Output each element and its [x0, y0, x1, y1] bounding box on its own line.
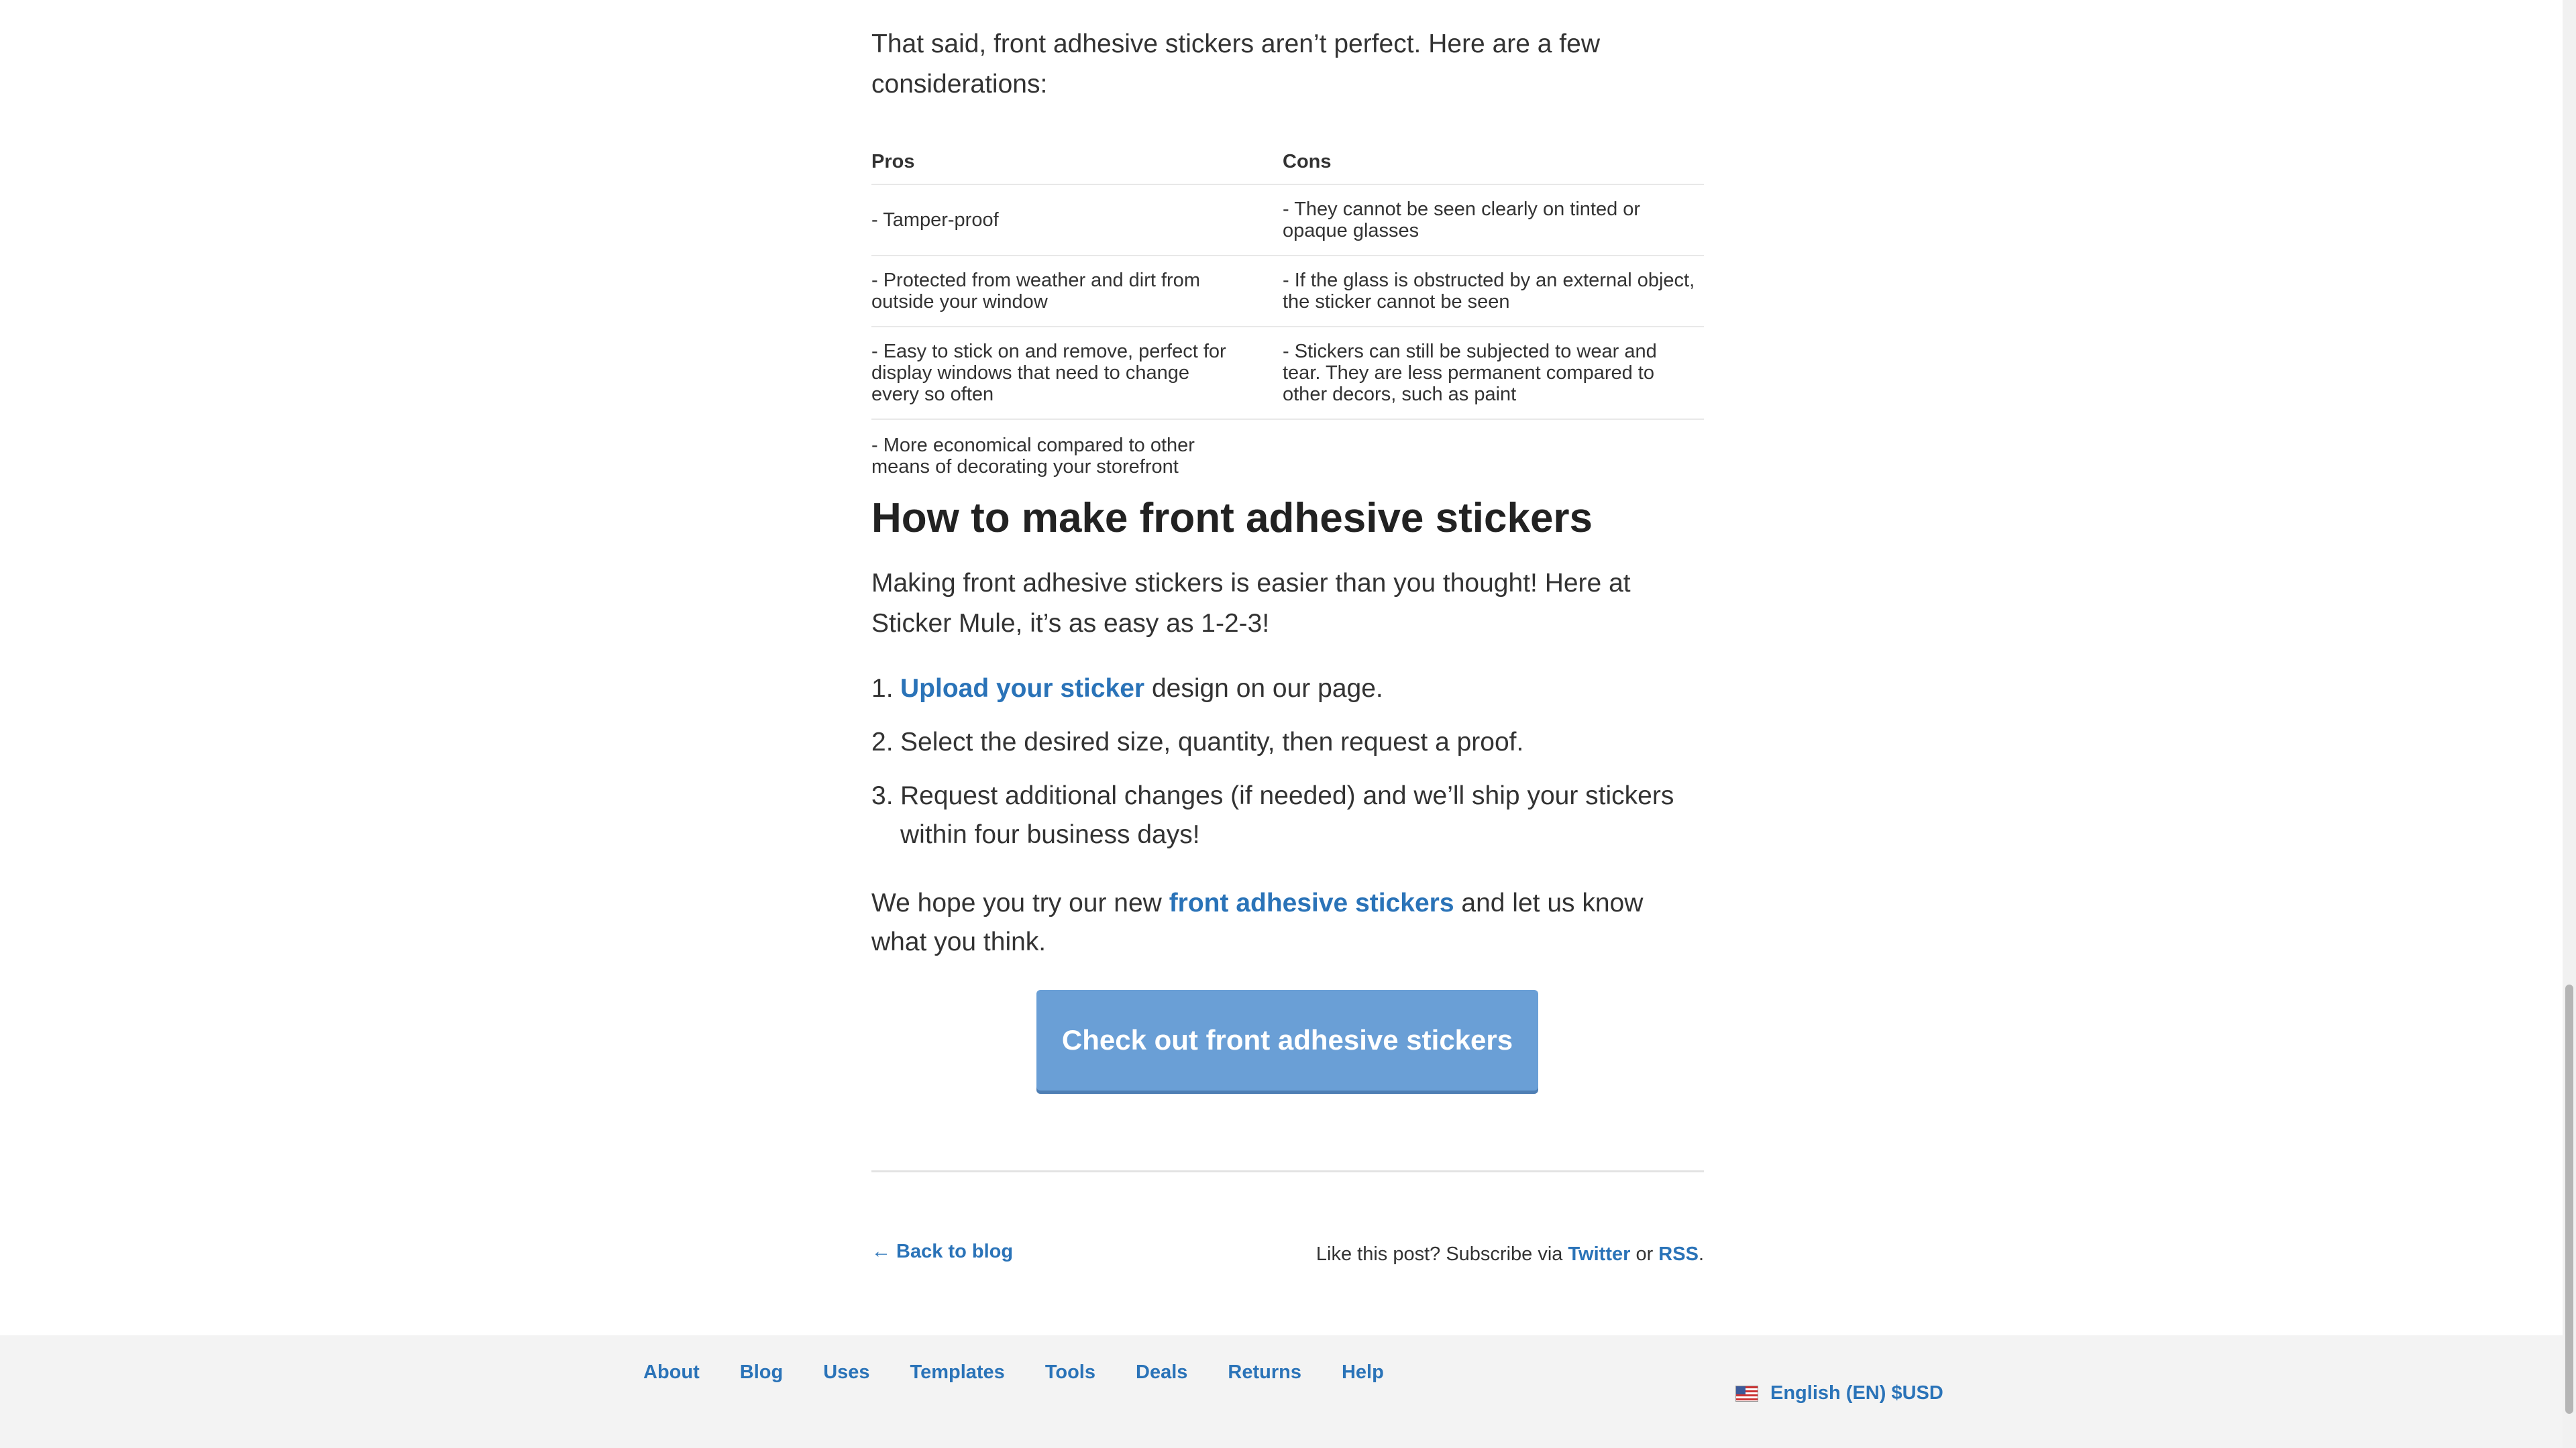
subscribe-period: . [1698, 1243, 1704, 1265]
step-text: Request additional changes (if needed) a… [900, 781, 1674, 849]
pro-cell: - Easy to stick on and remove, perfect f… [871, 341, 1226, 405]
howto-paragraph: Making front adhesive stickers is easier… [871, 569, 1631, 638]
subscribe-or: or [1630, 1243, 1659, 1265]
footer-link-blog[interactable]: Blog [740, 1335, 783, 1409]
footer-link-uses[interactable]: Uses [823, 1335, 869, 1409]
subscribe-text: Like this post? Subscribe via Twitter or… [1316, 1241, 1704, 1268]
footer-link-help[interactable]: Help [1342, 1335, 1384, 1409]
check-out-stickers-button[interactable]: Check out front adhesive stickers [1036, 990, 1538, 1091]
language-label: English (EN) $USD [1770, 1382, 1943, 1404]
rss-link[interactable]: RSS [1658, 1243, 1699, 1265]
twitter-link[interactable]: Twitter [1568, 1243, 1630, 1265]
cons-header: Cons [1283, 140, 1704, 185]
closing-text: We hope you try our new [871, 889, 1169, 917]
steps-list: 1. Upload your sticker design on our page… [871, 669, 1704, 869]
pros-header: Pros [871, 140, 1283, 185]
con-cell: - Stickers can still be subjected to wea… [1283, 341, 1657, 405]
front-adhesive-stickers-link[interactable]: front adhesive stickers [1169, 889, 1454, 917]
subscribe-prefix: Like this post? Subscribe via [1316, 1243, 1568, 1265]
footer-nav: About Blog Uses Templates Tools Deals Re… [643, 1335, 1424, 1409]
footer-link-deals[interactable]: Deals [1136, 1335, 1187, 1409]
closing-paragraph: We hope you try our new front adhesive s… [871, 884, 1704, 962]
pros-cons-table: Pros Cons - Tamper-proof - They cannot b… [871, 140, 1704, 478]
footer-link-returns[interactable]: Returns [1228, 1335, 1301, 1409]
scrollbar[interactable] [2563, 0, 2576, 1448]
pro-cell: - Tamper-proof [871, 209, 999, 231]
table-row: - Easy to stick on and remove, perfect f… [871, 327, 1704, 420]
con-cell: - They cannot be seen clearly on tinted … [1283, 199, 1641, 241]
intro-paragraph: That said, front adhesive stickers aren’… [871, 30, 1601, 99]
divider [871, 1170, 1704, 1172]
scrollbar-thumb[interactable] [2565, 985, 2573, 1414]
us-flag-icon [1735, 1385, 1758, 1402]
section-heading: How to make front adhesive stickers [871, 495, 1593, 541]
back-to-blog-link[interactable]: ← Back to blog [871, 1238, 1013, 1265]
list-item: 2. Select the desired size, quantity, the… [871, 723, 1704, 762]
step-number: 3. [871, 781, 894, 810]
table-row: - More economical compared to other mean… [871, 419, 1704, 478]
table-row: - Protected from weather and dirt from o… [871, 256, 1704, 327]
upload-sticker-link[interactable]: Upload your sticker [900, 674, 1144, 703]
con-cell: - If the glass is obstructed by an exter… [1283, 270, 1695, 313]
footer-link-tools[interactable]: Tools [1045, 1335, 1095, 1409]
step-text: design on our page. [1144, 674, 1383, 703]
site-footer: About Blog Uses Templates Tools Deals Re… [0, 1335, 2576, 1448]
list-item: 1. Upload your sticker design on our page… [871, 669, 1704, 708]
step-number: 1. [871, 674, 894, 703]
pro-cell: - Protected from weather and dirt from o… [871, 270, 1200, 313]
step-number: 2. [871, 728, 894, 757]
table-row: - Tamper-proof - They cannot be seen cle… [871, 184, 1704, 256]
list-item: 3. Request additional changes (if needed)… [871, 777, 1704, 854]
footer-link-templates[interactable]: Templates [910, 1335, 1005, 1409]
footer-link-about[interactable]: About [643, 1335, 700, 1409]
step-text: Select the desired size, quantity, then … [900, 728, 1524, 757]
language-selector[interactable]: English (EN) $USD [1735, 1382, 1943, 1404]
pro-cell: - More economical compared to other mean… [871, 435, 1195, 478]
